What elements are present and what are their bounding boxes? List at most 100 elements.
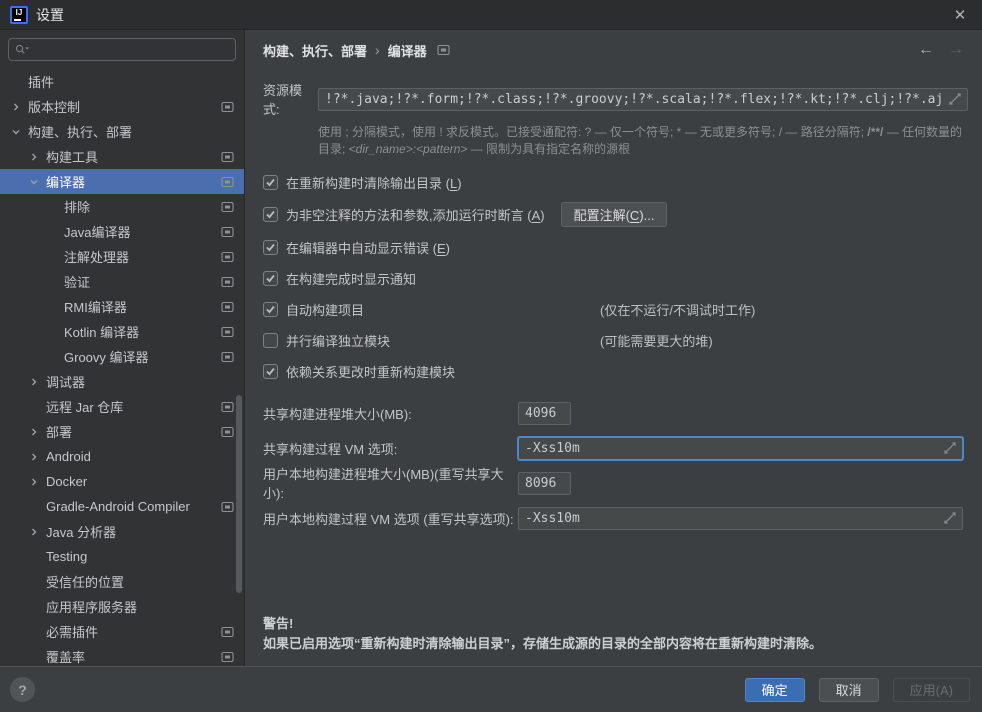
checkbox[interactable] <box>263 207 278 222</box>
intellij-logo-icon: IJ <box>10 6 28 24</box>
breadcrumb-current: 编译器 <box>388 41 427 60</box>
sidebar-item[interactable]: Java编译器 <box>0 219 244 244</box>
screen-icon <box>221 251 234 263</box>
help-button[interactable]: ? <box>10 677 35 702</box>
sidebar-item-label: Groovy 编译器 <box>64 347 149 366</box>
sidebar-item-label: 应用程序服务器 <box>46 597 137 616</box>
sidebar-item-label: 编译器 <box>46 172 85 191</box>
screen-icon <box>221 101 234 113</box>
sidebar-item[interactable]: Groovy 编译器 <box>0 344 244 369</box>
screen-icon <box>221 326 234 338</box>
sidebar-item-label: Android <box>46 449 91 464</box>
sidebar-item-label: 版本控制 <box>28 97 80 116</box>
field-input[interactable]: 8096 <box>518 472 571 495</box>
field-value[interactable]: -Xss10m <box>525 441 938 456</box>
sidebar-item-label: 覆盖率 <box>46 647 85 666</box>
checkmark-icon <box>265 177 276 188</box>
breadcrumb-parent[interactable]: 构建、执行、部署 <box>263 41 367 60</box>
sidebar-item[interactable]: 调试器 <box>0 369 244 394</box>
screen-icon <box>221 401 234 413</box>
sidebar-item-label: 排除 <box>64 197 90 216</box>
field-value[interactable]: -Xss10m <box>525 511 938 526</box>
checkbox[interactable] <box>263 333 278 348</box>
back-arrow-icon[interactable]: ← <box>918 41 934 59</box>
sidebar-item[interactable]: 必需插件 <box>0 619 244 644</box>
checkbox-label: 在构建完成时显示通知 <box>286 269 416 288</box>
titlebar: IJ 设置 ✕ <box>0 0 982 30</box>
checkmark-icon <box>265 273 276 284</box>
apply-button: 应用(A) <box>893 678 970 702</box>
chevron-down-icon[interactable] <box>28 176 40 188</box>
expand-icon[interactable] <box>944 512 956 524</box>
field-value[interactable]: 8096 <box>525 476 564 491</box>
expand-icon[interactable] <box>949 93 961 105</box>
sidebar-item[interactable]: Gradle-Android Compiler <box>0 494 244 519</box>
forward-arrow-icon: → <box>948 41 964 59</box>
sidebar-item[interactable]: 远程 Jar 仓库 <box>0 394 244 419</box>
checkbox[interactable] <box>263 364 278 379</box>
checkbox-list: 在重新构建时清除输出目录 (L)为非空注释的方法和参数,添加运行时断言 (A)配… <box>263 171 963 391</box>
screen-icon <box>221 301 234 313</box>
resource-patterns-help: 使用 ; 分隔模式，使用 ! 求反模式。已接受通配符: ? — 仅一个符号; *… <box>318 124 963 158</box>
ok-button[interactable]: 确定 <box>745 678 805 702</box>
chevron-right-icon[interactable] <box>28 476 40 488</box>
field-input[interactable]: -Xss10m <box>518 437 963 460</box>
sidebar-scrollbar[interactable] <box>236 395 242 593</box>
sidebar-item[interactable]: 部署 <box>0 419 244 444</box>
screen-icon <box>221 226 234 238</box>
sidebar-item[interactable]: 构建、执行、部署 <box>0 119 244 144</box>
chevron-right-icon[interactable] <box>28 151 40 163</box>
search-box[interactable] <box>8 38 236 61</box>
field-value[interactable]: 4096 <box>525 406 564 421</box>
cancel-button[interactable]: 取消 <box>819 678 879 702</box>
sidebar-item-label: 注解处理器 <box>64 247 129 266</box>
checkbox[interactable] <box>263 240 278 255</box>
sidebar-item[interactable]: Android <box>0 444 244 469</box>
sidebar-item[interactable]: Testing <box>0 544 244 569</box>
screen-icon <box>221 501 234 513</box>
sidebar-item[interactable]: 覆盖率 <box>0 644 244 666</box>
checkbox-row: 为非空注释的方法和参数,添加运行时断言 (A)配置注解(C)... <box>263 202 963 227</box>
sidebar-item-label: Java 分析器 <box>46 522 116 541</box>
chevron-right-icon[interactable] <box>28 426 40 438</box>
field-row: 共享构建进程堆大小(MB):4096 <box>263 401 963 425</box>
chevron-right-icon[interactable] <box>28 451 40 463</box>
close-icon[interactable]: ✕ <box>948 3 972 27</box>
sidebar-item[interactable]: 应用程序服务器 <box>0 594 244 619</box>
sidebar-item[interactable]: 编译器 <box>0 169 244 194</box>
configure-annotations-button[interactable]: 配置注解(C)... <box>561 202 668 227</box>
sidebar-item[interactable]: 插件 <box>0 69 244 94</box>
chevron-right-icon[interactable] <box>28 376 40 388</box>
sidebar-item-label: 受信任的位置 <box>46 572 124 591</box>
checkbox-row: 自动构建项目(仅在不运行/不调试时工作) <box>263 298 963 320</box>
chevron-down-icon[interactable] <box>10 126 22 138</box>
sidebar-item[interactable]: 注解处理器 <box>0 244 244 269</box>
sidebar-item[interactable]: Kotlin 编译器 <box>0 319 244 344</box>
field-input[interactable]: 4096 <box>518 402 571 425</box>
checkbox-row: 依赖关系更改时重新构建模块 <box>263 360 963 382</box>
sidebar-item[interactable]: 验证 <box>0 269 244 294</box>
sidebar-item[interactable]: 受信任的位置 <box>0 569 244 594</box>
checkbox-label: 并行编译独立模块 <box>286 331 390 350</box>
checkbox[interactable] <box>263 175 278 190</box>
sidebar-item[interactable]: RMI编译器 <box>0 294 244 319</box>
checkbox-label: 自动构建项目 <box>286 300 364 319</box>
resource-patterns-label: 资源模式: <box>263 80 318 118</box>
field-row: 用户本地构建进程堆大小(MB)(重写共享大小):8096 <box>263 471 963 495</box>
field-input[interactable]: -Xss10m <box>518 507 963 530</box>
sidebar-item-label: 调试器 <box>46 372 85 391</box>
resource-patterns-field[interactable]: !?*.java;!?*.form;!?*.class;!?*.groovy;!… <box>318 88 968 111</box>
checkbox[interactable] <box>263 271 278 286</box>
chevron-right-icon[interactable] <box>28 526 40 538</box>
resource-patterns-value[interactable]: !?*.java;!?*.form;!?*.class;!?*.groovy;!… <box>325 92 943 107</box>
chevron-right-icon[interactable] <box>10 101 22 113</box>
settings-tree: 插件版本控制构建、执行、部署构建工具编译器排除 Java编译器注解处理器验证RMI… <box>0 69 244 666</box>
sidebar-item[interactable]: 版本控制 <box>0 94 244 119</box>
search-input[interactable] <box>34 42 229 57</box>
sidebar-item[interactable]: Docker <box>0 469 244 494</box>
expand-icon[interactable] <box>944 442 956 454</box>
sidebar-item[interactable]: 构建工具 <box>0 144 244 169</box>
sidebar-item[interactable]: Java 分析器 <box>0 519 244 544</box>
sidebar-item[interactable]: 排除 <box>0 194 244 219</box>
checkbox[interactable] <box>263 302 278 317</box>
